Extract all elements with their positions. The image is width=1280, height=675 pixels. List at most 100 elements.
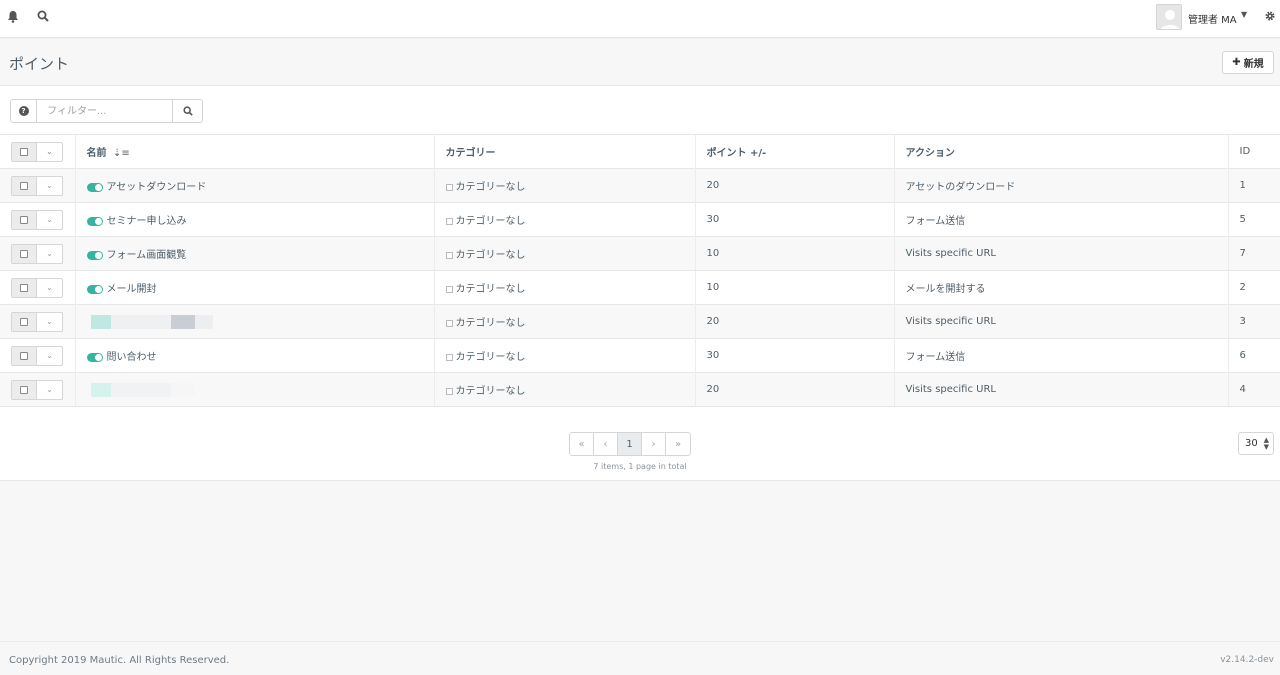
row-checkbox[interactable] — [12, 210, 37, 229]
category-swatch — [445, 319, 453, 327]
footer: Copyright 2019 Mautic. All Rights Reserv… — [0, 641, 1280, 675]
top-navbar: 管理者 MA ▼ — [0, 0, 1280, 38]
row-select-control[interactable]: ⌄ — [11, 345, 63, 366]
point-name-link[interactable]: アセットダウンロード — [107, 182, 207, 193]
category-swatch — [445, 387, 453, 395]
page-title: ポイント — [9, 55, 70, 73]
chevron-down-icon[interactable]: ⌄ — [37, 279, 62, 297]
row-checkbox[interactable] — [12, 176, 37, 195]
pagination: « ‹ 1 › » — [569, 432, 691, 456]
action-cell: フォーム送信 — [894, 202, 1229, 237]
row-select-control[interactable]: ⌄ — [11, 175, 63, 196]
table-header-row: ⌄ 名前 ⇣≡ カテゴリー ポイント +/- アクション ID — [0, 134, 1280, 169]
row-checkbox[interactable] — [12, 278, 37, 297]
per-page-select[interactable]: 30 ▲ ▼ — [1238, 432, 1274, 455]
action-cell: フォーム送信 — [894, 338, 1229, 373]
chevron-down-icon[interactable]: ⌄ — [37, 245, 62, 263]
column-header-points[interactable]: ポイント +/- — [695, 134, 895, 169]
action-cell: Visits specific URL — [894, 372, 1229, 407]
table-row: ⌄ カテゴリーなし 20 Visits specific URL 4 — [0, 372, 1280, 407]
search-icon[interactable] — [37, 10, 49, 25]
table-row: ⌄ 問い合わせ カテゴリーなし 30 フォーム送信 6 — [0, 338, 1280, 373]
table-row: ⌄ アセットダウンロード カテゴリーなし 20 アセットのダウンロード 1 — [0, 168, 1280, 203]
chevron-down-icon[interactable]: ▼ — [1241, 10, 1247, 19]
chevron-down-icon[interactable]: ⌄ — [37, 211, 62, 229]
version-text: v2.14.2-dev — [1220, 655, 1274, 665]
point-name-link[interactable]: フォーム画面観覧 — [107, 250, 187, 261]
id-cell: 1 — [1228, 168, 1280, 203]
avatar[interactable] — [1156, 4, 1182, 30]
row-select-control[interactable]: ⌄ — [11, 209, 63, 230]
action-cell: アセットのダウンロード — [894, 168, 1229, 203]
select-all-control[interactable]: ⌄ — [11, 141, 63, 162]
publish-toggle[interactable] — [86, 284, 103, 294]
filter-help-button[interactable]: ? — [11, 100, 38, 122]
row-checkbox[interactable] — [12, 380, 37, 399]
category-swatch — [445, 217, 453, 225]
last-page-button[interactable]: » — [666, 433, 690, 455]
category-swatch — [445, 285, 453, 293]
row-select-control[interactable]: ⌄ — [11, 277, 63, 298]
points-cell: 10 — [695, 236, 895, 271]
row-checkbox[interactable] — [12, 244, 37, 263]
question-icon: ? — [18, 106, 29, 116]
category-label: カテゴリーなし — [455, 216, 526, 227]
table-row: ⌄ メール開封 カテゴリーなし 10 メールを開封する 2 — [0, 270, 1280, 305]
points-cell: 10 — [695, 270, 895, 305]
publish-toggle[interactable] — [86, 216, 103, 226]
next-page-button[interactable]: › — [642, 433, 666, 455]
table-row: ⌄ フォーム画面観覧 カテゴリーなし 10 Visits specific UR… — [0, 236, 1280, 271]
action-cell: Visits specific URL — [894, 236, 1229, 271]
publish-toggle[interactable] — [86, 250, 103, 260]
redacted-name[interactable] — [90, 382, 195, 397]
pagination-info: 7 items, 1 page in total — [593, 462, 687, 471]
page-button-current[interactable]: 1 — [618, 433, 642, 455]
points-cell: 30 — [695, 338, 895, 373]
redacted-name[interactable] — [90, 314, 213, 329]
content-panel: ? ⌄ 名前 ⇣≡ カテゴリー — [0, 86, 1280, 481]
point-name-link[interactable]: メール開封 — [107, 284, 157, 295]
gear-icon[interactable] — [1264, 10, 1276, 25]
chevron-down-icon[interactable]: ⌄ — [37, 313, 62, 331]
id-cell: 2 — [1228, 270, 1280, 305]
row-select-control[interactable]: ⌄ — [11, 243, 63, 264]
publish-toggle[interactable] — [86, 182, 103, 192]
point-name-link[interactable]: 問い合わせ — [107, 352, 157, 363]
search-icon — [182, 106, 193, 116]
id-cell: 7 — [1228, 236, 1280, 271]
chevron-down-icon[interactable]: ⌄ — [37, 143, 62, 161]
column-header-action[interactable]: アクション — [894, 134, 1229, 169]
column-header-name[interactable]: 名前 ⇣≡ — [75, 134, 435, 169]
chevron-down-icon[interactable]: ⌄ — [37, 177, 62, 195]
table-row: ⌄ カテゴリーなし 20 Visits specific URL 3 — [0, 304, 1280, 339]
prev-page-button[interactable]: ‹ — [594, 433, 618, 455]
first-page-button[interactable]: « — [570, 433, 594, 455]
new-button[interactable]: ✚ 新規 — [1222, 51, 1274, 74]
copyright-text: Copyright 2019 Mautic. All Rights Reserv… — [9, 655, 230, 666]
row-select-control[interactable]: ⌄ — [11, 311, 63, 332]
category-label: カテゴリーなし — [455, 182, 526, 193]
category-label: カテゴリーなし — [455, 250, 526, 261]
user-name[interactable]: 管理者 MA — [1188, 11, 1237, 26]
points-cell: 20 — [695, 304, 895, 339]
id-cell: 6 — [1228, 338, 1280, 373]
column-header-category[interactable]: カテゴリー — [434, 134, 696, 169]
per-page-value: 30 — [1245, 438, 1258, 449]
row-select-control[interactable]: ⌄ — [11, 379, 63, 400]
column-header-id[interactable]: ID — [1228, 134, 1280, 169]
filter-group: ? — [10, 99, 203, 123]
row-checkbox[interactable] — [12, 346, 37, 365]
id-cell: 3 — [1228, 304, 1280, 339]
row-checkbox[interactable] — [12, 312, 37, 331]
chevron-down-icon[interactable]: ⌄ — [37, 347, 62, 365]
page-header: ポイント ✚ 新規 — [0, 39, 1280, 86]
point-name-link[interactable]: セミナー申し込み — [107, 216, 187, 227]
bell-icon[interactable] — [7, 10, 19, 26]
select-all-checkbox[interactable] — [12, 142, 37, 161]
publish-toggle[interactable] — [86, 352, 103, 362]
filter-input[interactable] — [37, 100, 173, 122]
chevron-down-icon[interactable]: ⌄ — [37, 381, 62, 399]
filter-search-button[interactable] — [172, 100, 202, 122]
select-all-cell: ⌄ — [0, 134, 76, 169]
points-cell: 20 — [695, 168, 895, 203]
